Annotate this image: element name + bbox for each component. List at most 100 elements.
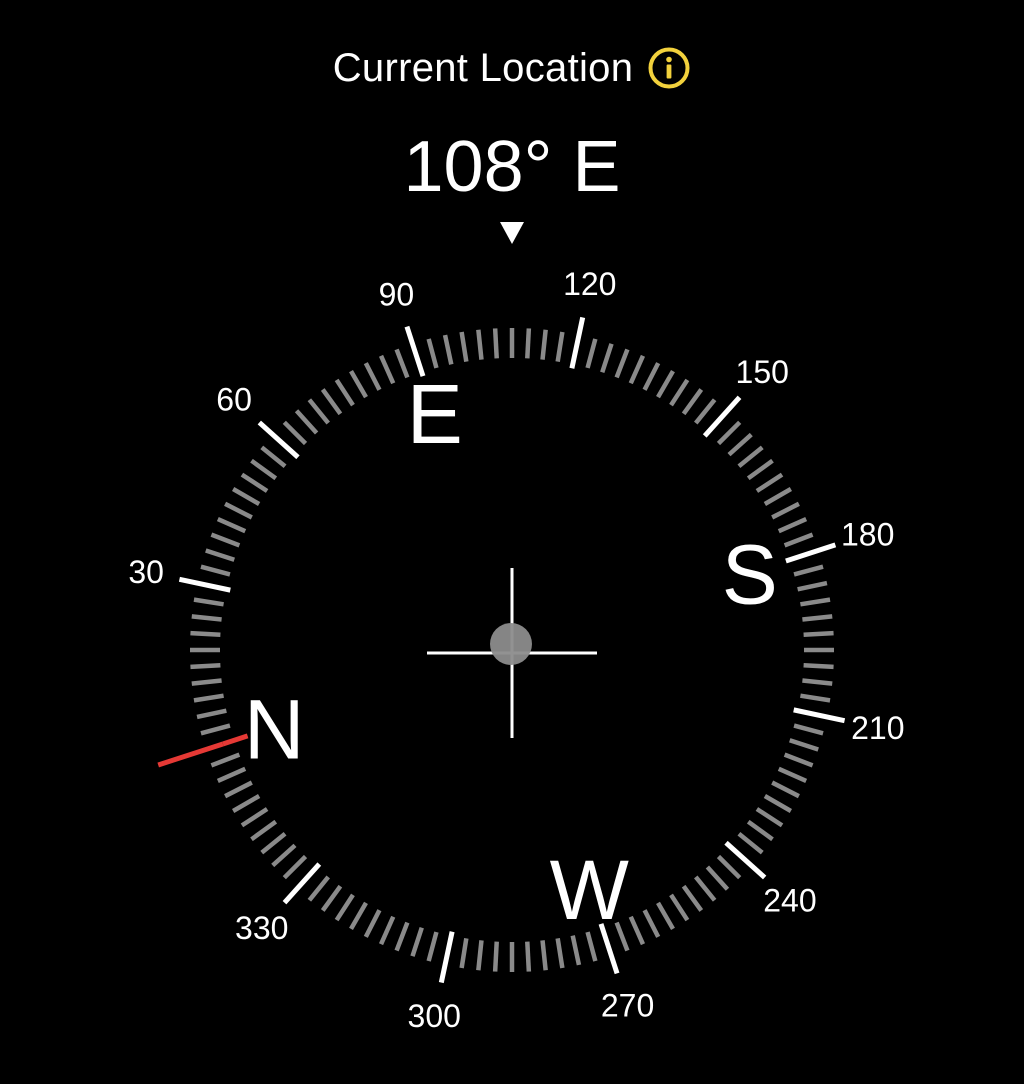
- minor-tick: [334, 378, 355, 407]
- major-tick-210: [793, 707, 846, 724]
- minor-tick: [334, 893, 355, 922]
- minor-tick: [282, 854, 308, 880]
- minor-tick: [585, 338, 598, 369]
- minor-tick: [716, 420, 742, 446]
- minor-tick: [250, 458, 278, 481]
- minor-tick: [642, 909, 661, 938]
- cardinal-E: E: [407, 367, 463, 461]
- minor-tick: [802, 678, 833, 686]
- minor-tick: [190, 630, 221, 637]
- minor-tick: [525, 328, 532, 359]
- minor-tick: [777, 766, 808, 784]
- minor-tick: [363, 909, 382, 938]
- minor-tick: [410, 927, 424, 957]
- minor-tick: [614, 348, 630, 379]
- minor-tick: [320, 388, 343, 416]
- degree-label-30: 30: [128, 554, 164, 590]
- minor-tick: [694, 875, 717, 902]
- minor-tick: [746, 819, 774, 842]
- minor-tick: [200, 564, 231, 577]
- minor-tick: [716, 854, 742, 880]
- minor-tick: [294, 409, 319, 435]
- minor-tick: [727, 432, 753, 457]
- minor-tick: [349, 901, 368, 930]
- minor-tick: [193, 693, 224, 703]
- compass-target-marker: [157, 733, 249, 768]
- minor-tick: [763, 794, 792, 813]
- minor-tick: [349, 370, 368, 399]
- degree-label-210: 210: [851, 710, 904, 746]
- minor-tick: [755, 807, 784, 828]
- minor-tick: [394, 921, 410, 952]
- minor-tick: [459, 331, 469, 362]
- degree-label-120: 120: [563, 266, 616, 302]
- minor-tick: [771, 501, 800, 520]
- minor-tick: [555, 331, 565, 362]
- minor-tick: [570, 935, 582, 966]
- minor-tick: [642, 362, 661, 391]
- minor-tick: [224, 501, 253, 520]
- minor-tick: [681, 884, 704, 912]
- degree-label-60: 60: [216, 382, 252, 418]
- target-marker: [157, 741, 224, 768]
- minor-tick: [492, 328, 499, 359]
- minor-tick: [656, 901, 675, 930]
- minor-tick: [271, 843, 297, 868]
- minor-tick: [216, 766, 247, 784]
- minor-tick: [193, 597, 224, 607]
- degree-label-150: 150: [736, 354, 789, 390]
- cardinal-S: S: [722, 528, 778, 622]
- minor-tick: [260, 445, 287, 468]
- minor-tick: [363, 362, 382, 391]
- cardinal-N: N: [244, 682, 305, 776]
- minor-tick: [224, 780, 253, 799]
- minor-tick: [525, 941, 532, 972]
- minor-tick: [442, 334, 454, 365]
- minor-tick: [216, 516, 247, 534]
- degree-label-180: 180: [841, 516, 894, 552]
- minor-tick: [191, 614, 222, 622]
- minor-tick: [669, 893, 690, 922]
- minor-tick: [755, 472, 784, 493]
- minor-tick: [746, 458, 774, 481]
- minor-tick: [802, 614, 833, 622]
- minor-tick: [669, 378, 690, 407]
- minor-tick: [210, 532, 241, 548]
- minor-tick: [783, 532, 814, 548]
- minor-tick: [232, 794, 261, 813]
- degree-label-270: 270: [601, 988, 654, 1024]
- minor-tick: [540, 329, 548, 360]
- minor-tick: [803, 663, 834, 670]
- minor-tick: [492, 941, 499, 972]
- minor-tick: [771, 780, 800, 799]
- minor-tick: [190, 663, 221, 670]
- minor-tick: [797, 580, 828, 592]
- degree-label-90: 90: [379, 276, 415, 312]
- degree-label-240: 240: [763, 882, 816, 918]
- minor-tick: [476, 329, 484, 360]
- minor-tick: [793, 564, 824, 577]
- minor-tick: [777, 516, 808, 534]
- minor-tick: [737, 832, 764, 855]
- major-tick-120: [569, 316, 586, 369]
- minor-tick: [737, 445, 764, 468]
- minor-tick: [681, 388, 704, 416]
- minor-tick: [378, 915, 396, 946]
- minor-tick: [800, 597, 831, 607]
- minor-tick: [307, 875, 330, 902]
- minor-tick: [628, 915, 646, 946]
- minor-tick: [803, 630, 834, 637]
- minor-tick: [240, 807, 269, 828]
- minor-tick: [191, 678, 222, 686]
- minor-tick: [260, 832, 287, 855]
- minor-tick: [200, 723, 231, 736]
- minor-tick: [763, 487, 792, 506]
- minor-tick: [210, 752, 241, 768]
- minor-tick: [232, 487, 261, 506]
- minor-tick: [426, 931, 439, 962]
- minor-tick: [694, 398, 717, 425]
- minor-tick: [800, 693, 831, 703]
- minor-tick: [705, 865, 730, 891]
- minor-tick: [783, 752, 814, 768]
- minor-tick: [282, 420, 308, 446]
